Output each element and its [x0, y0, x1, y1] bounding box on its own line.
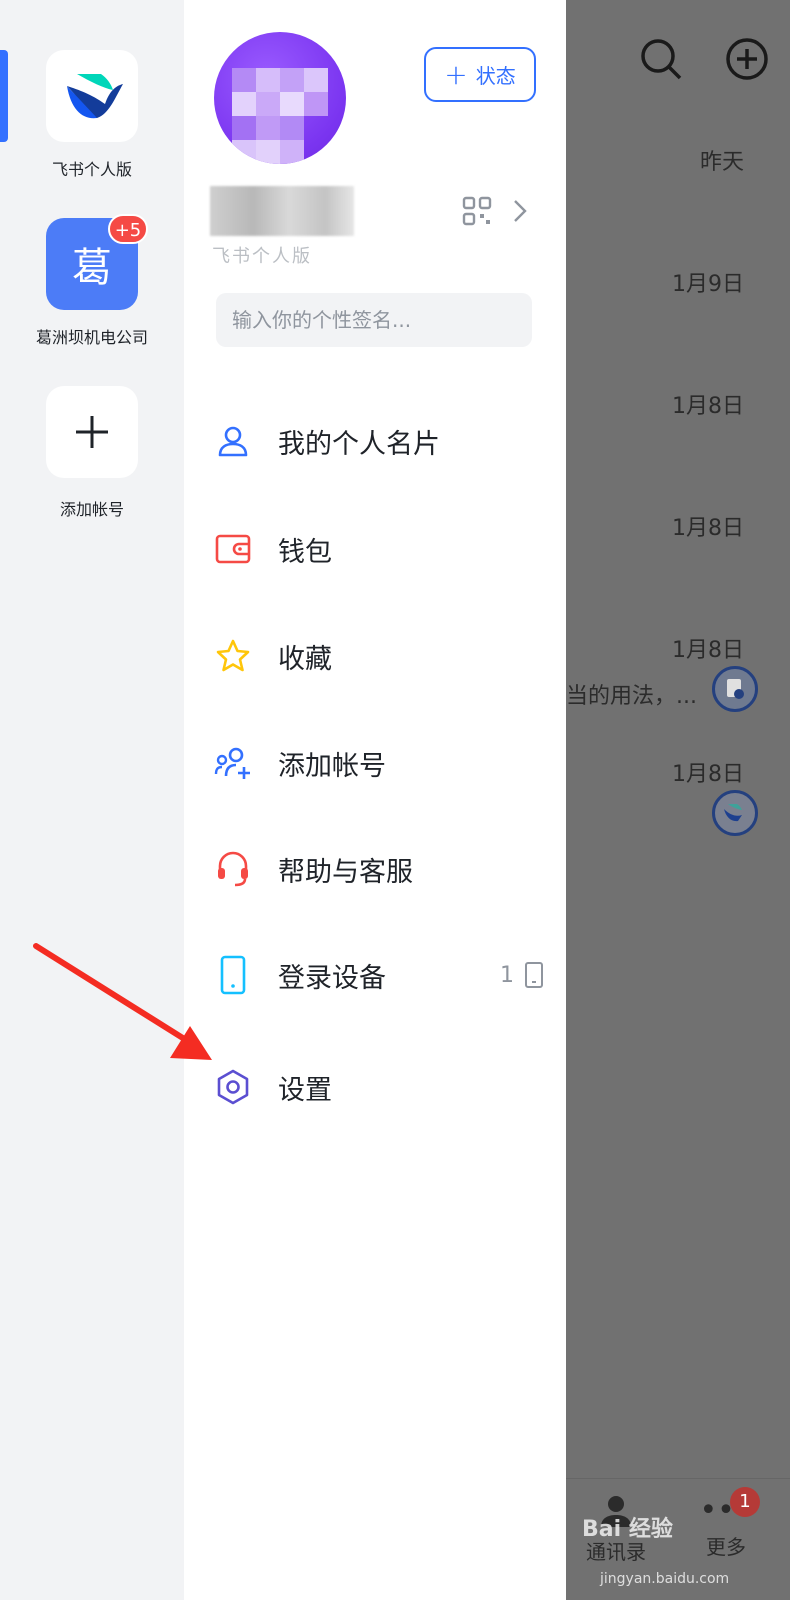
menu-item-add-account[interactable]: 添加帐号 [184, 728, 566, 798]
chevron-right-icon[interactable] [512, 198, 528, 224]
menu-label: 登录设备 [278, 962, 386, 994]
menu-item-settings[interactable]: 设置 [184, 1052, 566, 1122]
device-count-value: 1 [500, 962, 514, 988]
profile-drawer: + 状态 飞书个人版 我的个人名片 钱包 收藏 添加帐号 [184, 0, 566, 1600]
chat-date: 1月8日 [672, 762, 744, 787]
user-avatar[interactable] [214, 32, 346, 164]
chat-date: 1月8日 [672, 516, 744, 541]
chat-date: 1月8日 [672, 638, 744, 663]
plus-icon [46, 386, 138, 478]
unread-badge: +5 [108, 214, 148, 244]
doc-bot-icon [712, 666, 758, 712]
star-icon [214, 637, 252, 675]
phone-icon [214, 955, 252, 995]
chat-snippet: 当的用法，... [566, 684, 697, 709]
menu-item-favorites[interactable]: 收藏 [184, 621, 566, 691]
add-circle-icon [726, 38, 768, 80]
device-phone-icon [525, 962, 543, 988]
menu-label: 钱包 [278, 536, 332, 568]
account-name: 飞书个人版 [51, 160, 132, 179]
menu-item-login-devices[interactable]: 登录设备 1 [184, 940, 566, 1010]
headset-icon [214, 850, 252, 888]
person-icon [214, 422, 252, 460]
chat-list-overlay[interactable]: 昨天 1月9日 1月8日 1月8日 1月8日 当的用法，... 1月8日 通讯录… [566, 0, 790, 1600]
plus-icon: + [444, 57, 468, 91]
qr-code-icon[interactable] [462, 196, 492, 226]
bottom-tab-bar: 通讯录 ••• 更多 1 Bai 经验 jingyan.baidu.com [566, 1478, 790, 1600]
menu-item-help[interactable]: 帮助与客服 [184, 834, 566, 904]
account-switcher-rail: 飞书个人版 葛 +5 葛洲坝机电公司 添加帐号 [0, 0, 184, 1600]
gear-icon [214, 1068, 252, 1106]
menu-label: 设置 [278, 1074, 332, 1106]
feishu-logo-icon [46, 50, 138, 142]
add-user-icon [214, 744, 252, 782]
user-name-blurred [210, 186, 354, 236]
more-dots-icon: ••• [699, 1493, 753, 1528]
wallet-icon [214, 530, 252, 568]
signature-input[interactable] [216, 293, 532, 347]
tab-more[interactable]: ••• 更多 [676, 1491, 776, 1560]
menu-label: 收藏 [278, 643, 332, 675]
watermark-url: jingyan.baidu.com [600, 1571, 730, 1587]
menu-label: 添加帐号 [278, 750, 386, 782]
add-status-button[interactable]: + 状态 [424, 47, 536, 102]
menu-item-wallet[interactable]: 钱包 [184, 514, 566, 584]
feishu-logo-icon [712, 790, 758, 836]
chat-date: 昨天 [699, 150, 744, 175]
unread-badge: 1 [730, 1487, 760, 1517]
menu-label: 帮助与客服 [278, 856, 413, 888]
chat-date: 1月8日 [672, 394, 744, 419]
chat-date: 1月9日 [672, 272, 744, 297]
menu-item-business-card[interactable]: 我的个人名片 [184, 406, 566, 476]
active-account-indicator [0, 50, 8, 142]
menu-label: 我的个人名片 [278, 428, 440, 460]
device-count: 1 [500, 961, 544, 989]
search-icon [641, 39, 682, 80]
tab-label: 更多 [706, 1535, 746, 1559]
watermark: Bai 经验 [582, 1517, 673, 1542]
account-name: 葛洲坝机电公司 [35, 328, 148, 347]
status-button-label: 状态 [475, 64, 516, 88]
user-subtitle: 飞书个人版 [212, 246, 312, 267]
account-name: 添加帐号 [59, 500, 124, 519]
